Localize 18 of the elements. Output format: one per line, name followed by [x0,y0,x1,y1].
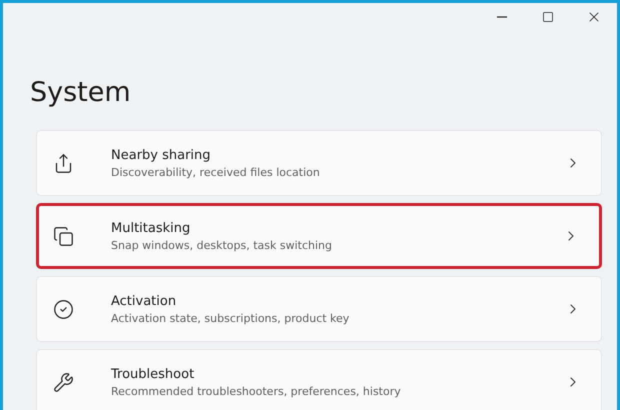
settings-item[interactable]: Multitasking Snap windows, desktops, task switching [36,203,602,269]
minimize-icon [497,16,507,18]
item-description: Activation state, subscriptions, product key [111,312,350,324]
settings-item[interactable]: Activation Activation state, subscriptions, product key [36,276,602,342]
settings-item[interactable]: Nearby sharing Discoverability, received files location [36,130,602,196]
item-title: Activation [111,294,178,308]
page-title: System [30,76,132,110]
item-description: Snap windows, desktops, task switching [111,238,334,252]
check-circle-icon [53,298,75,320]
wrench-icon [53,372,75,392]
item-title: Multitasking [111,220,192,236]
item-description: Recommended troubleshooters, preferences, history [111,384,402,398]
settings-item[interactable]: Troubleshoot Recommended troubleshooters, preferences, history [36,349,602,410]
overlapping-squares-icon [53,226,75,246]
item-description: Discoverability, received files location [111,166,321,178]
item-title: Nearby sharing [111,148,212,162]
item-title: Troubleshoot [111,366,196,382]
maximize-icon [542,11,554,23]
